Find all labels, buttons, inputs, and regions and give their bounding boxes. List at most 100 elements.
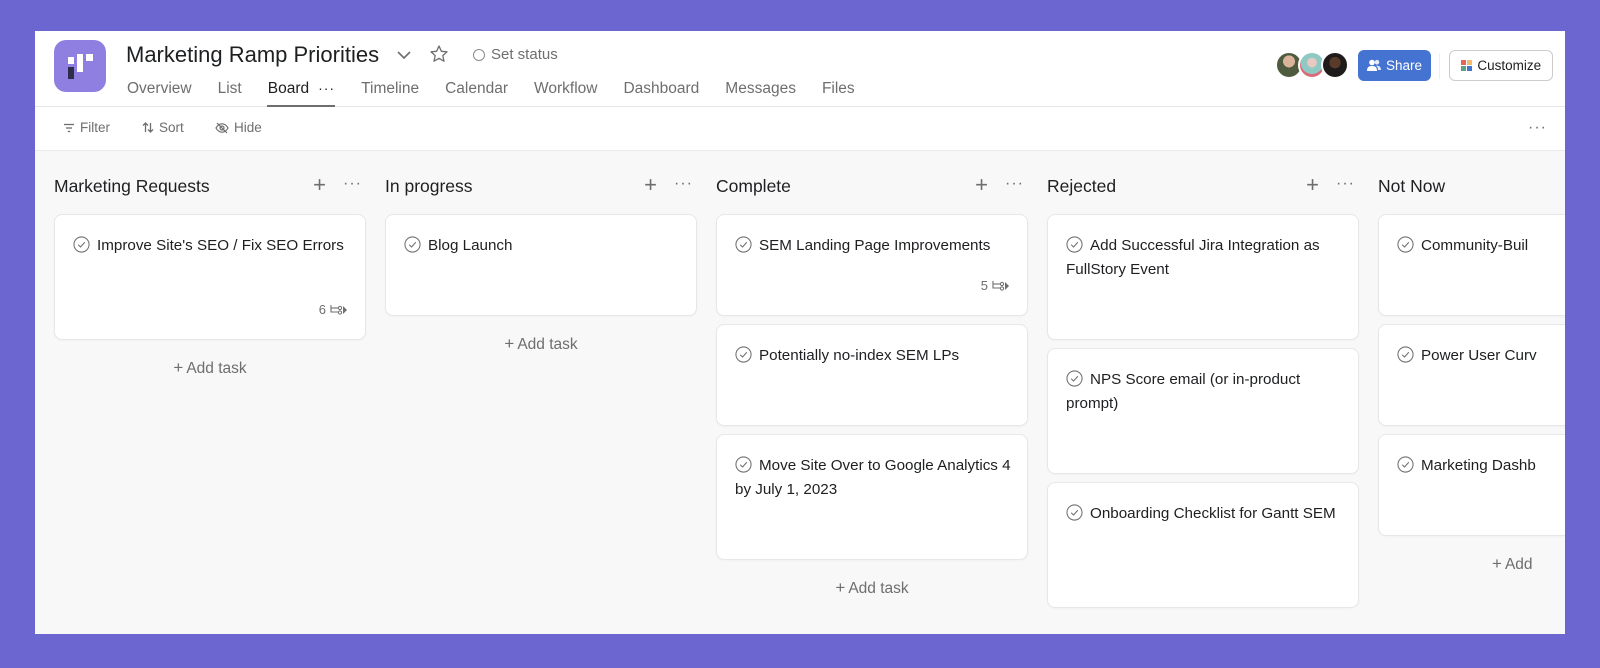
complete-check-icon[interactable]	[404, 236, 421, 253]
tab-timeline[interactable]: Timeline	[361, 78, 419, 107]
complete-check-icon[interactable]	[1397, 346, 1414, 363]
task-card[interactable]: Potentially no-index SEM LPs	[716, 324, 1028, 426]
column-title[interactable]: Rejected	[1047, 176, 1116, 197]
subtask-count[interactable]: 5	[981, 278, 1009, 293]
task-card[interactable]: Improve Site's SEO / Fix SEO Errors 6	[54, 214, 366, 340]
tab-workflow[interactable]: Workflow	[534, 78, 597, 107]
task-title-text: Blog Launch	[428, 237, 513, 254]
sort-button[interactable]: Sort	[142, 120, 184, 135]
task-title: Improve Site's SEO / Fix SEO Errors	[73, 234, 349, 258]
column-title[interactable]: Marketing Requests	[54, 176, 210, 197]
customize-label: Customize	[1477, 58, 1542, 73]
plus-icon: +	[173, 358, 184, 377]
complete-check-icon[interactable]	[73, 236, 90, 253]
column-more-icon[interactable]: ···	[343, 175, 362, 193]
subtask-count[interactable]: 6	[319, 302, 347, 317]
column-title[interactable]: Not Now	[1378, 176, 1445, 197]
task-title: Move Site Over to Google Analytics 4 by …	[735, 454, 1011, 502]
project-header: Marketing Ramp Priorities Set status Ove…	[35, 31, 1565, 107]
sort-icon	[142, 122, 154, 133]
task-card[interactable]: Marketing Dashb	[1378, 434, 1565, 536]
tab-files[interactable]: Files	[822, 78, 855, 107]
filter-label: Filter	[80, 120, 110, 135]
share-button[interactable]: Share	[1358, 50, 1431, 81]
task-title-text: Add Successful Jira Integration as FullS…	[1066, 237, 1320, 278]
complete-check-icon[interactable]	[1397, 236, 1414, 253]
column-title[interactable]: Complete	[716, 176, 791, 197]
set-status-label: Set status	[491, 46, 558, 63]
subtask-count-value: 6	[318, 302, 326, 317]
add-task-button[interactable]: + Add	[1492, 554, 1565, 574]
task-title: SEM Landing Page Improvements	[735, 234, 1011, 258]
set-status-button[interactable]: Set status	[473, 46, 558, 63]
tab-label: Dashboard	[623, 80, 700, 97]
complete-check-icon[interactable]	[1066, 504, 1083, 521]
task-title-text: Onboarding Checklist for Gantt SEM	[1090, 505, 1336, 522]
tab-dashboard[interactable]: Dashboard	[623, 78, 699, 107]
task-title-text: Marketing Dashb	[1421, 457, 1536, 474]
task-card[interactable]: Blog Launch	[385, 214, 697, 316]
project-board-icon[interactable]	[54, 40, 106, 92]
tab-messages[interactable]: Messages	[725, 78, 796, 107]
add-task-plus-icon[interactable]: +	[644, 174, 657, 196]
complete-check-icon[interactable]	[735, 236, 752, 253]
tab-overview[interactable]: Overview	[127, 78, 192, 107]
hide-button[interactable]: Hide	[215, 120, 262, 135]
complete-check-icon[interactable]	[1397, 456, 1414, 473]
share-label: Share	[1385, 58, 1423, 73]
customize-button[interactable]: Customize	[1449, 50, 1553, 81]
column-more-icon[interactable]: ···	[1336, 175, 1355, 193]
column-more-icon[interactable]: ···	[1005, 175, 1024, 193]
task-card[interactable]: Onboarding Checklist for Gantt SEM	[1047, 482, 1359, 608]
column-header: In progress + ···	[385, 174, 697, 198]
column-more-icon[interactable]: ···	[674, 175, 693, 193]
tab-label: Calendar	[445, 80, 509, 97]
add-task-label: Add task	[848, 580, 909, 597]
tab-calendar[interactable]: Calendar	[445, 78, 508, 107]
tab-options-icon[interactable]: ···	[318, 80, 335, 96]
filter-button[interactable]: Filter	[63, 120, 110, 135]
chevron-down-icon[interactable]	[395, 48, 413, 62]
task-title: Community-Buil	[1397, 234, 1565, 258]
add-task-label: Add task	[517, 336, 578, 353]
tab-board[interactable]: Board ···	[266, 78, 336, 107]
tab-label: Board	[267, 80, 310, 97]
project-title[interactable]: Marketing Ramp Priorities	[126, 42, 379, 68]
divider	[1439, 53, 1440, 79]
task-card[interactable]: Add Successful Jira Integration as FullS…	[1047, 214, 1359, 340]
task-card[interactable]: Move Site Over to Google Analytics 4 by …	[716, 434, 1028, 560]
task-title: Onboarding Checklist for Gantt SEM	[1066, 502, 1342, 526]
column-title[interactable]: In progress	[385, 176, 473, 197]
task-card[interactable]: SEM Landing Page Improvements 5	[716, 214, 1028, 316]
complete-check-icon[interactable]	[735, 346, 752, 363]
avatar[interactable]	[1321, 51, 1349, 79]
add-task-button[interactable]: + Add task	[385, 334, 697, 354]
subtask-icon	[330, 304, 347, 315]
tab-list[interactable]: List	[218, 78, 242, 107]
tab-label: Messages	[725, 80, 796, 97]
add-task-plus-icon[interactable]: +	[1306, 174, 1319, 196]
task-card[interactable]: Community-Buil	[1378, 214, 1565, 316]
add-task-button[interactable]: + Add task	[54, 358, 366, 378]
task-title-text: Power User Curv	[1421, 347, 1537, 364]
more-options-icon[interactable]: ···	[1528, 119, 1547, 137]
tab-label: List	[217, 80, 242, 97]
complete-check-icon[interactable]	[1066, 236, 1083, 253]
column-header: Rejected + ···	[1047, 174, 1359, 198]
complete-check-icon[interactable]	[735, 456, 752, 473]
subtask-icon	[992, 280, 1009, 291]
add-task-button[interactable]: + Add task	[716, 578, 1028, 598]
task-card[interactable]: Power User Curv	[1378, 324, 1565, 426]
task-card[interactable]: NPS Score email (or in-product prompt)	[1047, 348, 1359, 474]
complete-check-icon[interactable]	[1066, 370, 1083, 387]
add-task-plus-icon[interactable]: +	[975, 174, 988, 196]
project-members[interactable]	[1275, 51, 1349, 79]
task-title: Add Successful Jira Integration as FullS…	[1066, 234, 1342, 282]
task-title: Marketing Dashb	[1397, 454, 1565, 478]
tab-label: Workflow	[534, 80, 598, 97]
sort-label: Sort	[159, 120, 184, 135]
star-icon[interactable]	[429, 44, 449, 64]
task-title-text: Potentially no-index SEM LPs	[759, 347, 960, 364]
task-title: Potentially no-index SEM LPs	[735, 344, 1011, 368]
add-task-plus-icon[interactable]: +	[313, 174, 326, 196]
